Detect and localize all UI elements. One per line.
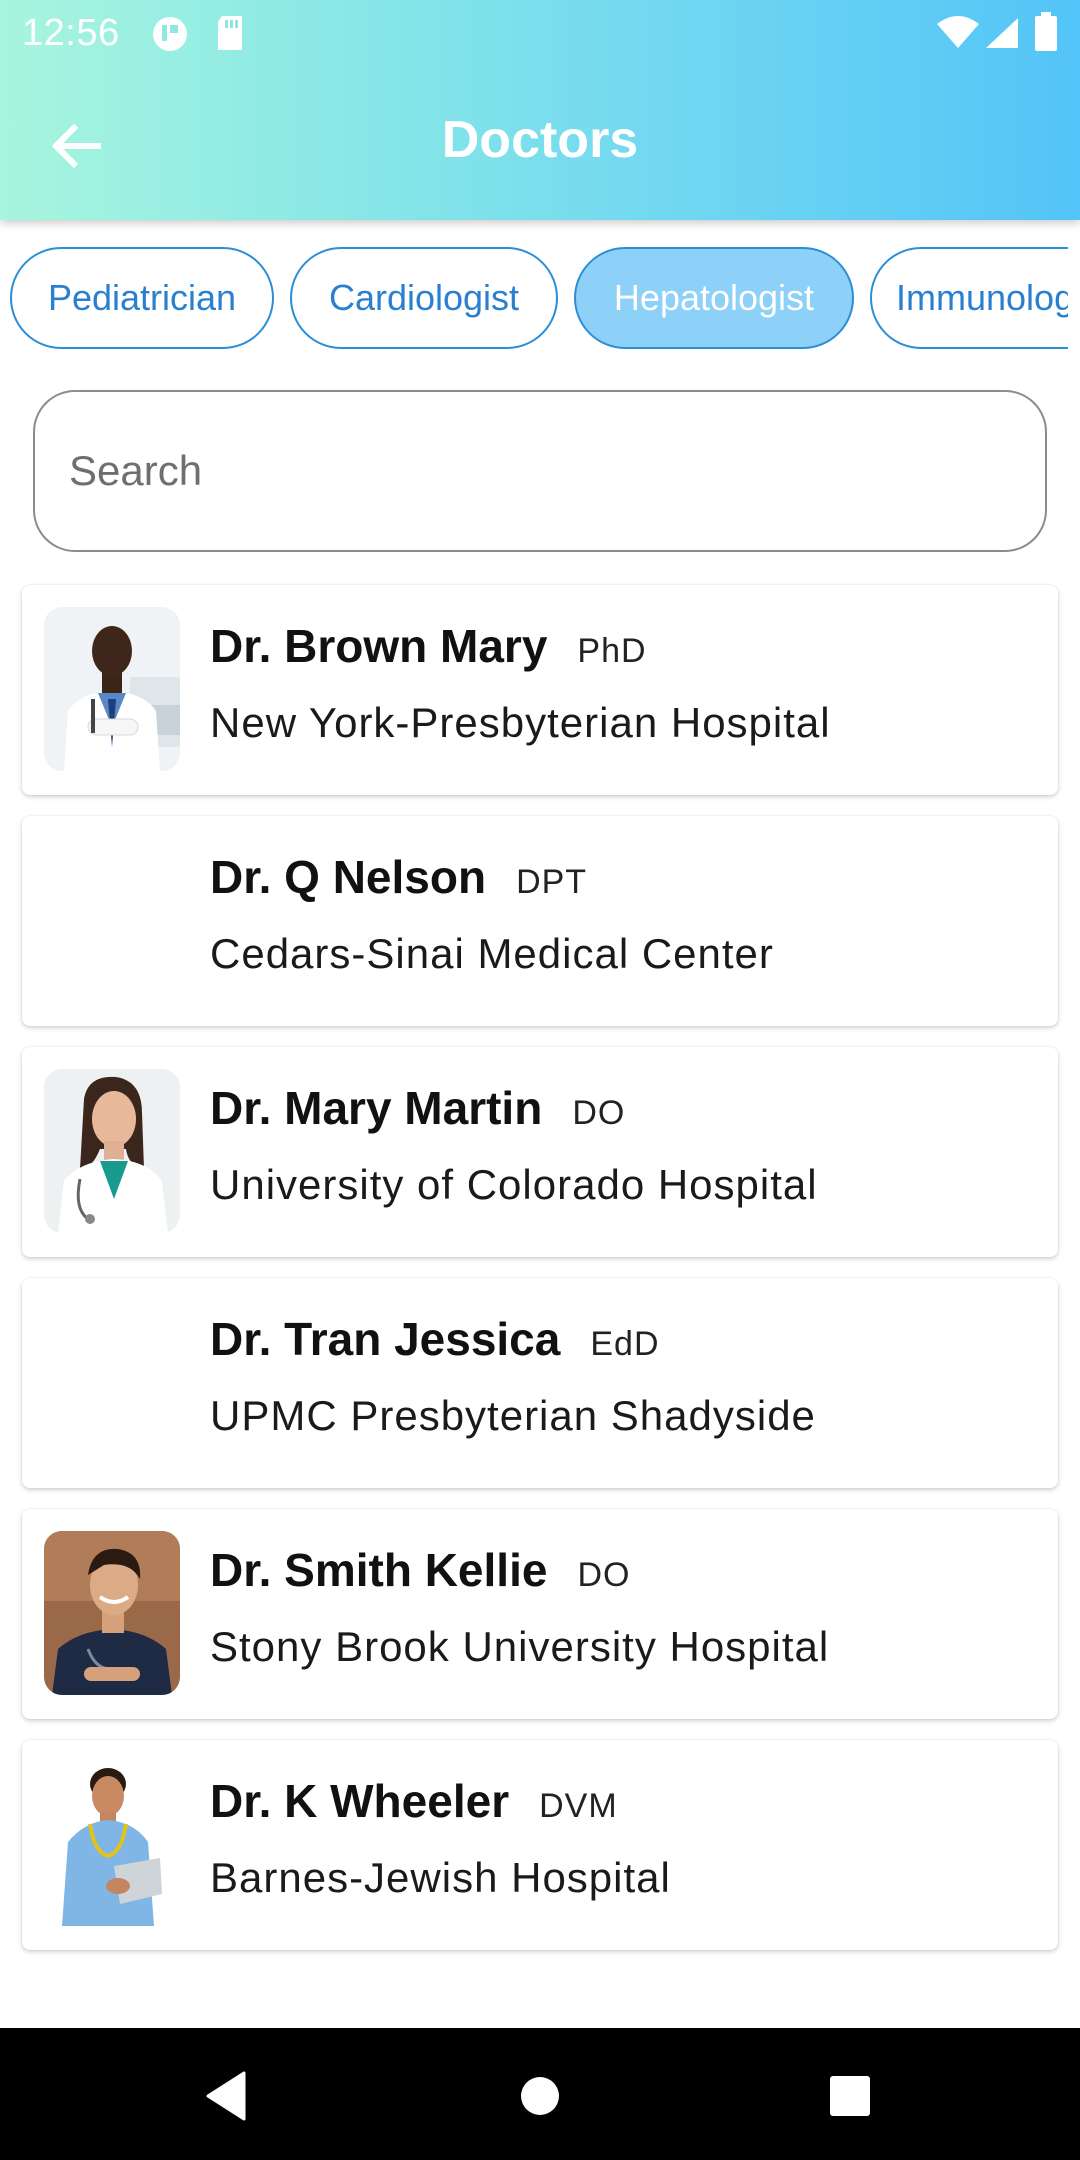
doctor-name-row: Dr. Brown Mary PhD: [210, 619, 647, 679]
toolbar: Doctors: [0, 66, 1080, 220]
doctor-name: Dr. K Wheeler: [210, 1775, 510, 1827]
sd-card-icon: [214, 14, 246, 57]
doctor-card[interactable]: Dr. Tran Jessica EdD UPMC Presbyterian S…: [22, 1278, 1058, 1488]
category-chip-pediatrician[interactable]: Pediatrician: [10, 247, 274, 349]
doctor-degree: DO: [572, 1094, 626, 1132]
battery-icon: [1034, 12, 1058, 57]
doctor-photo: [44, 1762, 180, 1926]
nav-back-button[interactable]: [196, 2066, 256, 2126]
category-chip-row[interactable]: Pediatrician Cardiologist Hepatologist I…: [0, 247, 1080, 353]
category-chip-label: Cardiologist: [328, 277, 520, 318]
doctor-degree: DVM: [539, 1787, 618, 1825]
nav-home-button[interactable]: [510, 2066, 570, 2126]
doctor-card[interactable]: Dr. Smith Kellie DO Stony Brook Universi…: [22, 1509, 1058, 1719]
category-chip-cardiologist[interactable]: Cardiologist: [290, 247, 558, 349]
doctor-hospital: University of Colorado Hospital: [210, 1161, 818, 1208]
doctor-photo: [44, 1069, 180, 1233]
doctor-name-row: Dr. Q Nelson DPT: [210, 850, 587, 910]
circle-home-icon: [521, 2077, 559, 2115]
doctor-photo: [44, 1531, 180, 1695]
doctor-name-row: Dr. Tran Jessica EdD: [210, 1312, 660, 1372]
search-input[interactable]: [67, 446, 1011, 496]
doctor-degree: DPT: [516, 863, 588, 901]
doctor-degree: PhD: [577, 632, 647, 670]
doctor-name: Dr. Mary Martin: [210, 1082, 543, 1134]
doctor-card[interactable]: Dr. K Wheeler DVM Barnes-Jewish Hospital: [22, 1740, 1058, 1950]
category-chip-immunologist[interactable]: Immunologist: [870, 247, 1080, 349]
doctor-degree: EdD: [590, 1325, 660, 1363]
search-box[interactable]: [33, 390, 1047, 552]
category-chip-label: Immunologist: [896, 277, 1080, 318]
doctor-hospital: Stony Brook University Hospital: [210, 1623, 830, 1670]
doctor-photo: [44, 607, 180, 771]
status-bar: 12:56: [0, 0, 1080, 66]
nav-recents-button[interactable]: [820, 2066, 880, 2126]
square-recents-icon: [830, 2076, 870, 2116]
doctor-name: Dr. Q Nelson: [210, 851, 487, 903]
app-header: 12:56 Doctors: [0, 0, 1080, 220]
doctor-card[interactable]: Dr. Brown Mary PhD New York-Presbyterian…: [22, 585, 1058, 795]
doctor-name-row: Dr. Smith Kellie DO: [210, 1543, 630, 1603]
doctor-name-row: Dr. K Wheeler DVM: [210, 1774, 618, 1834]
chip-row-edge: [1068, 247, 1080, 353]
doctor-hospital: Cedars-Sinai Medical Center: [210, 930, 774, 977]
doctor-hospital: UPMC Presbyterian Shadyside: [210, 1392, 816, 1439]
doctor-name: Dr. Brown Mary: [210, 620, 548, 672]
category-chip-label: Hepatologist: [613, 277, 815, 318]
cellular-signal-icon: [984, 16, 1020, 55]
app-notification-icon: [150, 14, 190, 59]
doctor-hospital: Barnes-Jewish Hospital: [210, 1854, 671, 1901]
doctor-card[interactable]: Dr. Mary Martin DO University of Colorad…: [22, 1047, 1058, 1257]
doctor-name: Dr. Smith Kellie: [210, 1544, 548, 1596]
doctor-name-row: Dr. Mary Martin DO: [210, 1081, 625, 1141]
category-chip-label: Pediatrician: [47, 277, 237, 318]
doctor-card[interactable]: Dr. Q Nelson DPT Cedars-Sinai Medical Ce…: [22, 816, 1058, 1026]
triangle-back-icon: [206, 2071, 246, 2121]
doctor-hospital: New York-Presbyterian Hospital: [210, 699, 831, 746]
page-title: Doctors: [441, 111, 639, 169]
category-chip-hepatologist[interactable]: Hepatologist: [574, 247, 854, 349]
status-time: 12:56: [22, 12, 120, 54]
doctor-name: Dr. Tran Jessica: [210, 1313, 561, 1365]
doctor-degree: DO: [577, 1556, 631, 1594]
wifi-icon: [936, 16, 980, 55]
system-navigation-bar: [0, 2028, 1080, 2160]
